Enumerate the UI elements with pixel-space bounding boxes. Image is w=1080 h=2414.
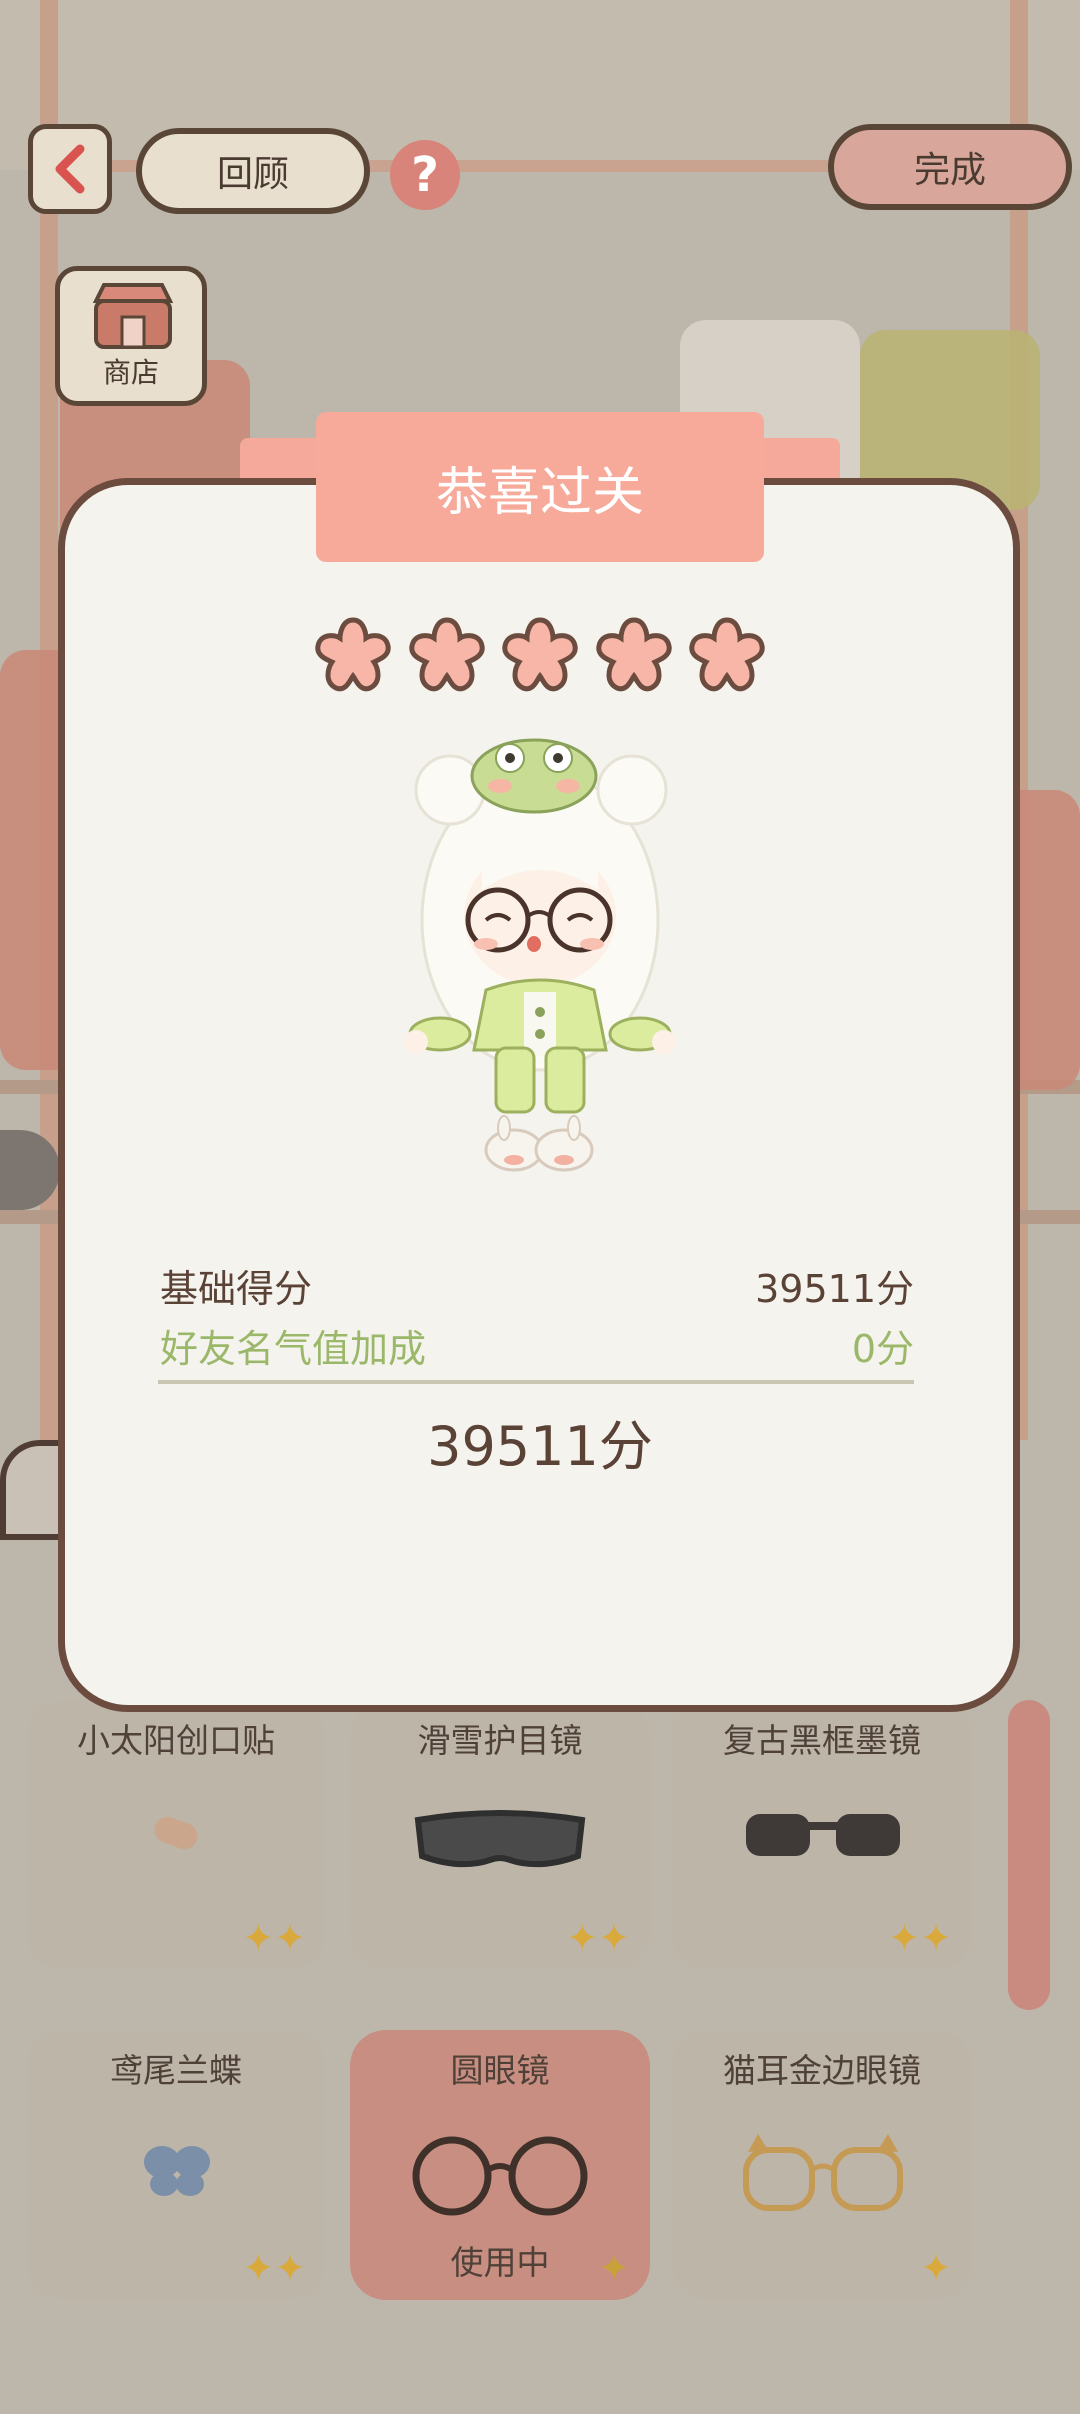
total-score: 39511分 (427, 1415, 653, 1478)
dialog-title: 恭喜过关 (435, 462, 644, 523)
score-divider (158, 1380, 914, 1384)
dialog-title-ribbon: 恭喜过关 (316, 412, 764, 562)
accessory-name: 滑雪护目镜 (417, 1721, 583, 1760)
round-glasses-icon (412, 2136, 588, 2216)
star-rating (312, 612, 768, 694)
accessory-card[interactable]: 滑雪护目镜 ✦✦ (350, 1700, 650, 1970)
butterfly-icon (144, 2146, 210, 2196)
accessory-name: 猫耳金边眼镜 (723, 2051, 921, 2090)
accessory-name: 复古黑框墨镜 (723, 1721, 921, 1760)
friend-bonus-label: 好友名气值加成 (160, 1327, 427, 1371)
accessory-card-selected[interactable]: 圆眼镜 使用中 ✦ (350, 2030, 650, 2300)
sparkle-icon: ✦✦ (242, 2246, 306, 2290)
friend-bonus-value: 0分 (851, 1327, 914, 1371)
chevron-left-icon (55, 144, 85, 194)
base-score-value: 39511分 (755, 1267, 914, 1311)
scrollbar[interactable] (1008, 1700, 1050, 2010)
help-button[interactable]: ? (390, 140, 460, 210)
bandage-icon (150, 1813, 202, 1853)
shop-label: 商店 (102, 356, 159, 389)
sparkle-icon: ✦✦ (888, 1916, 952, 1960)
accessory-name: 圆眼镜 (450, 2051, 550, 2090)
sunglasses-icon (746, 1814, 900, 1856)
accessory-card[interactable]: 复古黑框墨镜 ✦✦ (672, 1700, 972, 1970)
done-button[interactable]: 完成 (828, 124, 1072, 210)
question-mark-icon: ? (411, 147, 439, 203)
base-score-label: 基础得分 (160, 1267, 313, 1311)
ski-goggles-icon (414, 1810, 586, 1868)
accessory-card[interactable]: 鸢尾兰蝶 ✦✦ (26, 2030, 326, 2300)
sparkle-icon: ✦ (598, 2246, 630, 2290)
done-button-label: 完成 (913, 150, 986, 191)
accessory-name: 小太阳创口贴 (77, 1721, 275, 1760)
review-button[interactable]: 回顾 (136, 128, 370, 214)
accessory-card[interactable]: 小太阳创口贴 ✦✦ (26, 1700, 326, 1970)
shop-icon (92, 283, 174, 349)
star-icon (595, 617, 672, 692)
sparkle-icon: ✦✦ (242, 1916, 306, 1960)
shop-button[interactable]: 商店 (55, 266, 207, 406)
character-avatar (404, 738, 676, 1172)
star-icon (689, 617, 765, 692)
review-button-label: 回顾 (216, 154, 289, 195)
star-icon (502, 617, 578, 692)
star-icon (408, 617, 485, 692)
star-icon (315, 617, 391, 692)
back-button[interactable] (28, 124, 112, 214)
sparkle-icon: ✦ (920, 2246, 952, 2290)
accessory-name: 鸢尾兰蝶 (110, 2051, 242, 2090)
cat-ear-glasses-icon (743, 2134, 903, 2211)
accessory-card[interactable]: 猫耳金边眼镜 ✦ (672, 2030, 972, 2300)
sparkle-icon: ✦✦ (566, 1916, 630, 1960)
